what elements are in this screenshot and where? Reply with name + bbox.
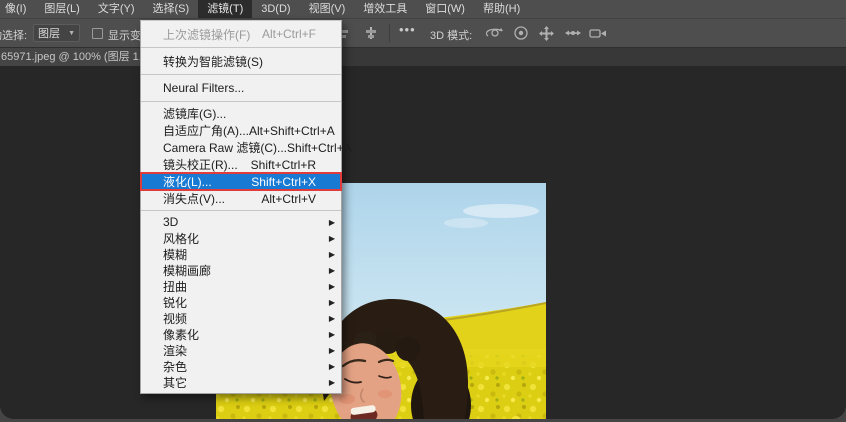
document-tab-bar: 65971.jpeg @ 100% (图层 1, RGB, <box>0 48 846 66</box>
filter-menu-item-14[interactable]: 锐化 ▶ <box>141 294 341 310</box>
submenu-arrow-icon: ▶ <box>328 249 335 259</box>
align-center-bars-icon[interactable] <box>364 25 378 41</box>
more-options-icon[interactable]: ••• <box>399 22 416 37</box>
menu-item-shortcut: Shift+Ctrl+R <box>250 157 316 172</box>
filter-menu-item-8[interactable]: 消失点(V)... Alt+Ctrl+V <box>141 190 341 207</box>
submenu-arrow-icon: ▶ <box>328 281 335 291</box>
filter-menu-item-0[interactable]: 上次滤镜操作(F) Alt+Ctrl+F <box>141 24 341 44</box>
menu-item-label: 液化(L)... <box>163 175 212 189</box>
menu-item-shortcut: Alt+Ctrl+F <box>261 27 316 41</box>
menu-item-label: 上次滤镜操作(F) <box>163 27 251 42</box>
filter-dropdown-menu: 上次滤镜操作(F) Alt+Ctrl+F 转换为智能滤镜(S) Neural Filt… <box>140 20 352 394</box>
photoshop-window: 像(I) 图层(L) 文字(Y) 选择(S) 滤镜(T) 3D(D) 视图(V) 增效工具 窗口… <box>0 0 846 419</box>
3d-mode-label: 3D 模式: <box>430 30 473 42</box>
submenu-arrow-icon: ▶ <box>328 233 335 243</box>
roll-3d-camera-icon[interactable] <box>513 25 529 42</box>
layer-dropdown-value: 图层 <box>38 28 60 40</box>
menubar-item-4[interactable]: 滤镜(T) <box>198 0 253 18</box>
options-bar: 动选择: 图层 ▼ 显示变 ••• 3D 模式: <box>0 19 846 48</box>
menubar-item-0[interactable]: 像(I) <box>0 0 35 18</box>
submenu-arrow-icon: ▶ <box>328 329 335 339</box>
filter-menu-item-9[interactable]: 3D ▶ <box>141 214 341 230</box>
submenu-arrow-icon: ▶ <box>328 313 335 323</box>
menubar-item-2[interactable]: 文字(Y) <box>89 0 144 18</box>
auto-select-label: 动选择: <box>0 30 28 42</box>
menubar-item-5[interactable]: 3D(D) <box>252 0 299 18</box>
menubar-item-9[interactable]: 帮助(H) <box>474 0 529 18</box>
menu-item-label: 滤镜库(G)... <box>163 107 227 121</box>
menu-separator <box>141 101 341 102</box>
menu-item-label: 风格化 <box>163 231 200 246</box>
menu-item-label: 视频 <box>163 311 188 326</box>
menubar: 像(I) 图层(L) 文字(Y) 选择(S) 滤镜(T) 3D(D) 视图(V) 增效工具 窗口… <box>0 0 846 19</box>
menu-separator <box>141 47 341 48</box>
menubar-item-8[interactable]: 窗口(W) <box>416 0 474 18</box>
submenu-arrow-icon: ▶ <box>328 345 335 355</box>
submenu-arrow-icon: ▶ <box>328 361 335 371</box>
filter-menu-item-6[interactable]: 镜头校正(R)... Shift+Ctrl+R <box>141 156 341 173</box>
submenu-arrow-icon: ▶ <box>328 217 335 227</box>
filter-menu-item-4[interactable]: 自适应广角(A)... Alt+Shift+Ctrl+A <box>141 122 341 139</box>
filter-menu-item-17[interactable]: 渲染 ▶ <box>141 342 341 358</box>
menu-item-label: Camera Raw 滤镜(C)... <box>163 141 288 155</box>
filter-menu-item-19[interactable]: 其它 ▶ <box>141 374 341 390</box>
canvas-area <box>0 66 846 419</box>
filter-menu-item-2[interactable]: Neural Filters... <box>141 78 341 98</box>
menu-item-label: 镜头校正(R)... <box>163 158 238 172</box>
menu-item-label: 自适应广角(A)... <box>163 124 249 138</box>
filter-menu-item-1[interactable]: 转换为智能滤镜(S) <box>141 51 341 71</box>
menu-item-label: 模糊画廊 <box>163 263 212 278</box>
filter-menu-item-10[interactable]: 风格化 ▶ <box>141 230 341 246</box>
screenshot-stage: 像(I) 图层(L) 文字(Y) 选择(S) 滤镜(T) 3D(D) 视图(V) 增效工具 窗口… <box>0 0 846 422</box>
menu-item-label: 转换为智能滤镜(S) <box>163 54 263 69</box>
filter-menu-item-15[interactable]: 视频 ▶ <box>141 310 341 326</box>
menu-separator <box>141 74 341 75</box>
menu-item-label: 锐化 <box>163 295 188 310</box>
filter-menu-item-16[interactable]: 像素化 ▶ <box>141 326 341 342</box>
filter-menu-item-5[interactable]: Camera Raw 滤镜(C)... Shift+Ctrl+A <box>141 139 352 156</box>
filter-menu-item-12[interactable]: 模糊画廊 ▶ <box>141 262 341 278</box>
menu-item-label: 扭曲 <box>163 279 188 294</box>
show-transform-label: 显示变 <box>108 30 141 42</box>
auto-select-layer-dropdown[interactable]: 图层 ▼ <box>33 24 80 42</box>
filter-menu-item-3[interactable]: 滤镜库(G)... <box>141 105 341 122</box>
slide-3d-camera-icon[interactable] <box>564 25 582 42</box>
filter-menu-item-13[interactable]: 扭曲 ▶ <box>141 278 341 294</box>
menu-item-shortcut: Alt+Shift+Ctrl+A <box>249 123 335 138</box>
chevron-down-icon: ▼ <box>68 29 75 37</box>
menu-item-label: 像素化 <box>163 327 200 342</box>
show-transform-checkbox[interactable] <box>92 28 103 39</box>
menu-item-label: 消失点(V)... <box>163 192 225 206</box>
menu-item-shortcut: Shift+Ctrl+A <box>287 140 352 155</box>
menu-item-label: Neural Filters... <box>163 81 245 95</box>
menu-separator <box>141 210 341 211</box>
submenu-arrow-icon: ▶ <box>328 377 335 387</box>
menu-item-label: 模糊 <box>163 247 188 262</box>
menubar-item-1[interactable]: 图层(L) <box>35 0 88 18</box>
menubar-item-6[interactable]: 视图(V) <box>300 0 355 18</box>
menu-item-label: 3D <box>163 215 179 229</box>
filter-menu-item-7[interactable]: 液化(L)... Shift+Ctrl+X <box>140 172 342 191</box>
menu-item-shortcut: Alt+Ctrl+V <box>261 191 316 206</box>
submenu-arrow-icon: ▶ <box>328 265 335 275</box>
menubar-item-7[interactable]: 增效工具 <box>354 0 416 18</box>
submenu-arrow-icon: ▶ <box>328 297 335 307</box>
menu-item-shortcut: Shift+Ctrl+X <box>251 174 316 189</box>
options-separator <box>389 24 390 42</box>
filter-menu-item-18[interactable]: 杂色 ▶ <box>141 358 341 374</box>
menu-item-label: 渲染 <box>163 343 188 358</box>
orbit-3d-camera-icon[interactable] <box>486 25 504 42</box>
zoom-3d-camera-icon[interactable] <box>589 25 608 42</box>
menu-item-label: 其它 <box>163 375 188 390</box>
menubar-item-3[interactable]: 选择(S) <box>144 0 199 18</box>
menu-item-label: 杂色 <box>163 359 188 374</box>
pan-3d-camera-icon[interactable] <box>538 25 555 42</box>
filter-menu-item-11[interactable]: 模糊 ▶ <box>141 246 341 262</box>
